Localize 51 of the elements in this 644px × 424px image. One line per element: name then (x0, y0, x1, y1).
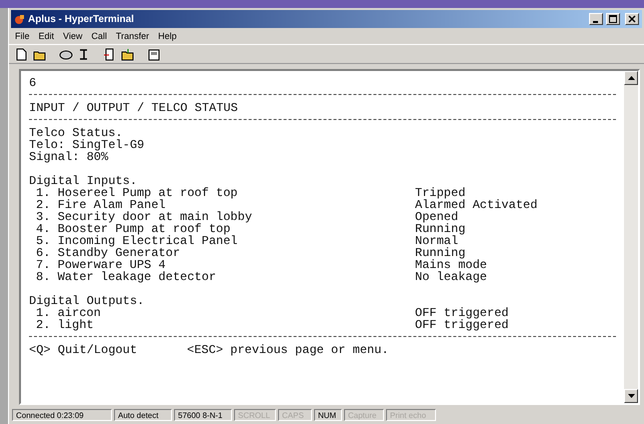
input-status: Mains mode (415, 259, 488, 271)
terminal-text: Telo: SingTel-G9 (29, 139, 144, 151)
menu-item[interactable]: File (15, 31, 30, 41)
scrollbar[interactable] (624, 71, 638, 403)
app-icon (14, 14, 25, 24)
status-field: 57600 8-N-1 (174, 409, 232, 421)
status-field: NUM (314, 409, 342, 421)
input-status: Alarmed Activated (415, 199, 538, 211)
input-status: OFF triggered (415, 307, 509, 319)
close-button[interactable] (625, 13, 639, 25)
receive-file-icon[interactable] (120, 46, 136, 62)
key-hint: <ESC> previous page or menu. (186, 344, 389, 356)
terminal-text: INPUT / OUTPUT / TELCO STATUS (29, 102, 238, 114)
menu-item[interactable]: Help (158, 31, 177, 41)
input-name: 6. Standby Generator (36, 246, 180, 260)
input-name: 1. Hosereel Pump at roof top (36, 186, 238, 200)
input-name: 3. Security door at main lobby (36, 210, 252, 224)
input-status: Running (415, 223, 466, 235)
input-status: Normal (415, 235, 458, 247)
input-name: 2. light (36, 318, 94, 332)
terminal-text: Telco Status. (29, 127, 123, 139)
window-title: Aplus - HyperTerminal (28, 14, 135, 24)
menu-item[interactable]: Call (91, 31, 107, 41)
key-hint: <Q> Quit/Logout (29, 344, 138, 356)
terminal-text: 6 (29, 77, 36, 89)
properties-icon[interactable] (146, 46, 162, 62)
input-name: 5. Incoming Electrical Panel (36, 234, 238, 248)
input-name: 8. Water leakage detector (36, 270, 216, 284)
status-field: Connected 0:23:09 (12, 409, 112, 421)
maximize-icon[interactable] (609, 15, 617, 23)
input-name: 7. Powerware UPS 4 (36, 258, 166, 272)
input-status: No leakage (415, 271, 488, 283)
input-status: Running (415, 247, 466, 259)
terminal-text: Digital Inputs. (29, 175, 138, 187)
terminal-text: Digital Outputs. (29, 295, 144, 307)
input-status: Tripped (415, 187, 466, 199)
maximize-button[interactable] (606, 13, 620, 25)
scroll-down-icon[interactable] (624, 389, 638, 403)
minimize-button[interactable] (589, 13, 603, 25)
menu-item[interactable]: Edit (38, 31, 54, 41)
input-name: 1. aircon (36, 306, 101, 320)
menu-item[interactable]: Transfer (116, 31, 150, 41)
terminal-text: Signal: 80% (29, 151, 108, 163)
scroll-up-icon[interactable] (624, 71, 638, 85)
input-name: 4. Booster Pump at roof top (36, 222, 230, 236)
input-status: Opened (415, 211, 458, 223)
menu-item[interactable]: View (63, 31, 82, 41)
input-name: 2. Fire Alam Panel (36, 198, 166, 212)
input-status: OFF triggered (415, 319, 509, 331)
close-icon[interactable] (628, 15, 636, 23)
status-field: Auto detect (114, 409, 172, 421)
